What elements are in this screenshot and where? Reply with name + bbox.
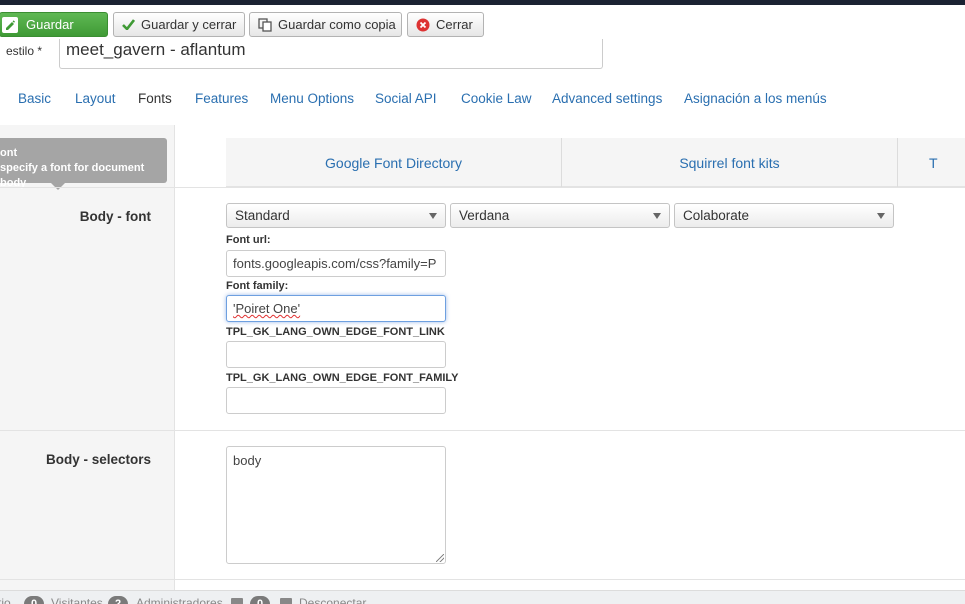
tooltip-title: ont <box>0 147 18 159</box>
tab-menu-options[interactable]: Menu Options <box>270 91 354 106</box>
standard-font-value: Verdana <box>459 208 510 223</box>
close-label: Cerrar <box>436 17 473 32</box>
own-font-link-input[interactable] <box>226 341 446 368</box>
status-bar: tio 0 Visitantes 2 Administradores 0 Des… <box>0 590 965 604</box>
tab-layout[interactable]: Layout <box>75 91 116 106</box>
save-button[interactable]: Guardar <box>0 12 108 37</box>
body-font-label: Body - font <box>79 209 151 224</box>
style-title-label: estilo * <box>6 44 43 58</box>
squirrel-font-select[interactable]: Colaborate <box>674 203 894 228</box>
tab-google-font-directory[interactable]: Google Font Directory <box>226 138 562 187</box>
copy-icon <box>258 17 272 32</box>
font-url-input[interactable]: fonts.googleapis.com/css?family=P <box>226 250 446 277</box>
save-and-close-label: Guardar y cerrar <box>141 17 237 32</box>
tab-fonts[interactable]: Fonts <box>138 91 172 106</box>
visitors-count-badge: 0 <box>24 596 45 604</box>
font-source-tabs: Google Font Directory Squirrel font kits… <box>226 138 965 187</box>
divider <box>0 430 965 431</box>
tab-advanced-settings[interactable]: Advanced settings <box>552 91 662 106</box>
checkmark-icon <box>122 19 135 30</box>
fonts-panel: Google Font Directory Squirrel font kits… <box>0 125 965 590</box>
tooltip: ont specify a font for document body <box>0 138 167 190</box>
settings-tabs: Basic Layout Fonts Features Menu Options… <box>0 88 965 112</box>
tab-squirrel-font-kits[interactable]: Squirrel font kits <box>562 138 898 187</box>
close-circle-icon <box>416 18 430 32</box>
squirrel-font-value: Colaborate <box>683 208 750 223</box>
admins-label: Administradores <box>136 596 223 604</box>
messages-count-badge: 0 <box>250 596 271 604</box>
own-font-family-input[interactable] <box>226 387 446 414</box>
divider <box>0 579 965 580</box>
body-selectors-textarea[interactable]: body <box>226 446 446 564</box>
envelope-icon <box>231 598 243 604</box>
font-type-select[interactable]: Standard <box>226 203 446 228</box>
body-selectors-label: Body - selectors <box>45 452 151 467</box>
tab-features[interactable]: Features <box>195 91 248 106</box>
admins-count-badge: 2 <box>108 596 129 604</box>
tab-basic[interactable]: Basic <box>18 91 51 106</box>
body-selectors-value: body <box>233 453 262 468</box>
chevron-down-icon <box>653 213 661 219</box>
standard-font-select[interactable]: Verdana <box>450 203 670 228</box>
save-and-close-button[interactable]: Guardar y cerrar <box>113 12 245 37</box>
font-family-label: Font family: <box>226 280 289 292</box>
font-family-value: 'Poiret One' <box>233 301 301 316</box>
tab-menu-assignment[interactable]: Asignación a los menús <box>684 91 827 106</box>
font-url-label: Font url: <box>226 234 271 246</box>
label-column <box>0 125 175 590</box>
own-font-link-label: TPL_GK_LANG_OWN_EDGE_FONT_LINK <box>226 326 445 338</box>
visitors-label: Visitantes <box>51 596 103 604</box>
tab-truncated[interactable]: T <box>898 138 965 187</box>
edit-icon <box>2 16 18 33</box>
style-title-input[interactable]: meet_gavern - aflantum <box>59 39 603 69</box>
tab-cookie-law[interactable]: Cookie Law <box>461 91 532 106</box>
resize-handle-icon[interactable] <box>436 554 444 562</box>
own-font-family-label: TPL_GK_LANG_OWN_EDGE_FONT_FAMILY <box>226 372 459 384</box>
chevron-down-icon <box>429 213 437 219</box>
divider <box>0 187 965 188</box>
close-button[interactable]: Cerrar <box>407 12 484 37</box>
font-family-input[interactable]: 'Poiret One' <box>226 295 446 322</box>
chevron-down-icon <box>877 213 885 219</box>
save-label: Guardar <box>26 17 74 32</box>
toolbar: Guardar Guardar y cerrar Guardar como co… <box>0 5 965 43</box>
font-type-value: Standard <box>235 208 290 223</box>
logout-link[interactable]: Desconectar <box>299 596 366 604</box>
save-as-copy-button[interactable]: Guardar como copia <box>249 12 402 37</box>
logout-icon <box>280 598 292 604</box>
tab-social-api[interactable]: Social API <box>375 91 437 106</box>
site-link[interactable]: tio <box>0 596 11 604</box>
style-title-row: estilo * meet_gavern - aflantum <box>0 39 965 75</box>
save-as-copy-label: Guardar como copia <box>278 17 396 32</box>
